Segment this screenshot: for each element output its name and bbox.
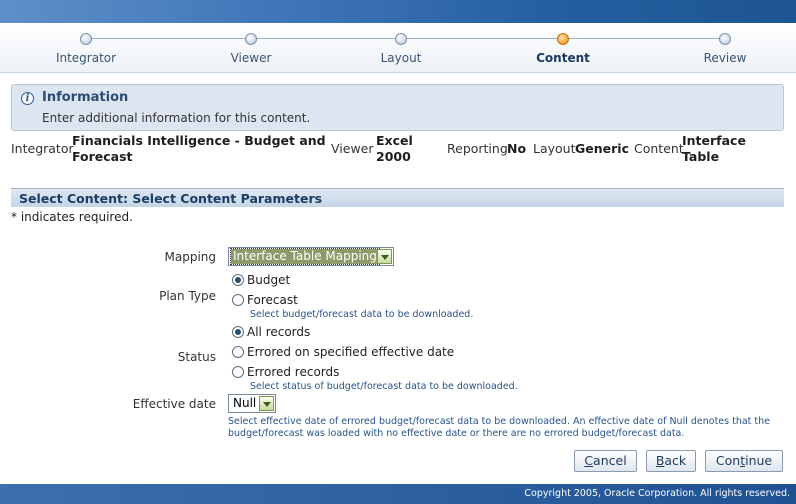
continue-button[interactable]: Continue bbox=[705, 450, 783, 472]
train-step-label: Content bbox=[536, 51, 590, 65]
reporting-value: No bbox=[507, 141, 527, 156]
train-step-label: Integrator bbox=[55, 51, 117, 65]
radio-selected-icon[interactable] bbox=[232, 274, 244, 286]
content-value-line2: Table bbox=[682, 149, 720, 164]
radio-icon[interactable] bbox=[232, 346, 244, 358]
info-icon: i bbox=[21, 92, 34, 105]
status-option-errored-on-date[interactable]: Errored on specified effective date bbox=[232, 344, 454, 360]
radio-label: Forecast bbox=[247, 293, 298, 307]
content-value: Interface Table bbox=[682, 133, 746, 165]
copyright-text: Copyright 2005, Oracle Corporation. All … bbox=[524, 488, 790, 499]
train-step-review: Review bbox=[665, 23, 785, 65]
integrator-value-line1: Financials Intelligence - Budget and bbox=[72, 133, 326, 148]
train-step-layout[interactable]: Layout bbox=[341, 23, 461, 65]
train-step-content: Content bbox=[503, 23, 623, 65]
radio-icon[interactable] bbox=[232, 366, 244, 378]
plan-type-option-budget[interactable]: Budget bbox=[232, 272, 290, 288]
layout-value: Generic bbox=[575, 141, 629, 156]
cancel-button[interactable]: Cancel bbox=[574, 450, 637, 472]
back-button[interactable]: Back bbox=[646, 450, 696, 472]
train-step-label: Review bbox=[703, 51, 747, 65]
mapping-label: Mapping bbox=[164, 250, 217, 264]
train-step-integrator[interactable]: Integrator bbox=[26, 23, 146, 65]
step-dot-icon bbox=[395, 33, 407, 45]
effective-date-selected-value: Null bbox=[233, 396, 257, 410]
radio-label: All records bbox=[247, 325, 311, 339]
train-step-label: Layout bbox=[380, 51, 422, 65]
continue-label: inue bbox=[745, 453, 773, 468]
layout-label: Layout bbox=[533, 141, 576, 156]
mapping-select[interactable]: Interface Table Mapping bbox=[228, 247, 394, 266]
integrator-value: Financials Intelligence - Budget and For… bbox=[72, 133, 326, 165]
step-dot-icon bbox=[719, 33, 731, 45]
status-hint: Select status of budget/forecast data to… bbox=[250, 381, 518, 392]
back-label: ack bbox=[664, 453, 687, 468]
viewer-value: Excel 2000 bbox=[376, 133, 413, 165]
effective-date-hint: Select effective date of errored budget/… bbox=[228, 416, 770, 440]
integrator-value-line2: Forecast bbox=[72, 149, 133, 164]
status-option-errored-records[interactable]: Errored records bbox=[232, 364, 339, 380]
plan-type-label: Plan Type bbox=[159, 289, 216, 303]
information-title: Information bbox=[42, 90, 129, 105]
effective-date-hint-line2: budget/forecast was loaded with no effec… bbox=[228, 428, 685, 439]
integrator-label: Integrator bbox=[11, 141, 74, 156]
status-option-all-records[interactable]: All records bbox=[232, 324, 310, 340]
reporting-label: Reporting bbox=[447, 141, 508, 156]
information-box: i Information Enter additional informati… bbox=[11, 84, 784, 131]
required-note: * indicates required. bbox=[11, 210, 133, 224]
process-train: Integrator Viewer Layout Content Review bbox=[0, 23, 796, 73]
effective-date-label: Effective date bbox=[132, 397, 216, 411]
footer-bar: Copyright 2005, Oracle Corporation. All … bbox=[0, 484, 796, 504]
train-step-label: Viewer bbox=[230, 51, 272, 65]
effective-date-select[interactable]: Null bbox=[228, 394, 276, 413]
radio-label: Errored records bbox=[247, 365, 340, 379]
page-root: Integrator Viewer Layout Content Review … bbox=[0, 0, 796, 504]
chevron-down-icon[interactable] bbox=[259, 396, 274, 411]
train-step-viewer[interactable]: Viewer bbox=[191, 23, 311, 65]
continue-label-pre: Con bbox=[715, 453, 741, 468]
radio-label: Errored on specified effective date bbox=[247, 345, 455, 359]
plan-type-option-forecast[interactable]: Forecast bbox=[232, 292, 298, 308]
chevron-down-icon[interactable] bbox=[377, 249, 392, 264]
status-label: Status bbox=[177, 350, 216, 364]
plan-type-hint: Select budget/forecast data to be downlo… bbox=[250, 309, 474, 320]
viewer-value-line1: Excel bbox=[376, 133, 413, 148]
information-message: Enter additional information for this co… bbox=[42, 111, 311, 125]
section-header: Select Content: Select Content Parameter… bbox=[11, 188, 784, 207]
mapping-selected-value: Interface Table Mapping bbox=[230, 248, 380, 265]
radio-label: Budget bbox=[247, 273, 291, 287]
content-value-line1: Interface bbox=[682, 133, 746, 148]
radio-selected-icon[interactable] bbox=[232, 326, 244, 338]
step-current-dot-icon bbox=[557, 33, 569, 45]
cancel-label: ancel bbox=[593, 453, 627, 468]
radio-icon[interactable] bbox=[232, 294, 244, 306]
step-dot-icon bbox=[245, 33, 257, 45]
effective-date-hint-line1: Select effective date of errored budget/… bbox=[228, 416, 771, 427]
viewer-value-line2: 2000 bbox=[376, 149, 411, 164]
content-label: Content bbox=[634, 141, 684, 156]
cancel-accesskey: C bbox=[584, 453, 594, 468]
step-dot-icon bbox=[80, 33, 92, 45]
top-banner bbox=[0, 0, 796, 23]
viewer-label: Viewer bbox=[331, 141, 374, 156]
